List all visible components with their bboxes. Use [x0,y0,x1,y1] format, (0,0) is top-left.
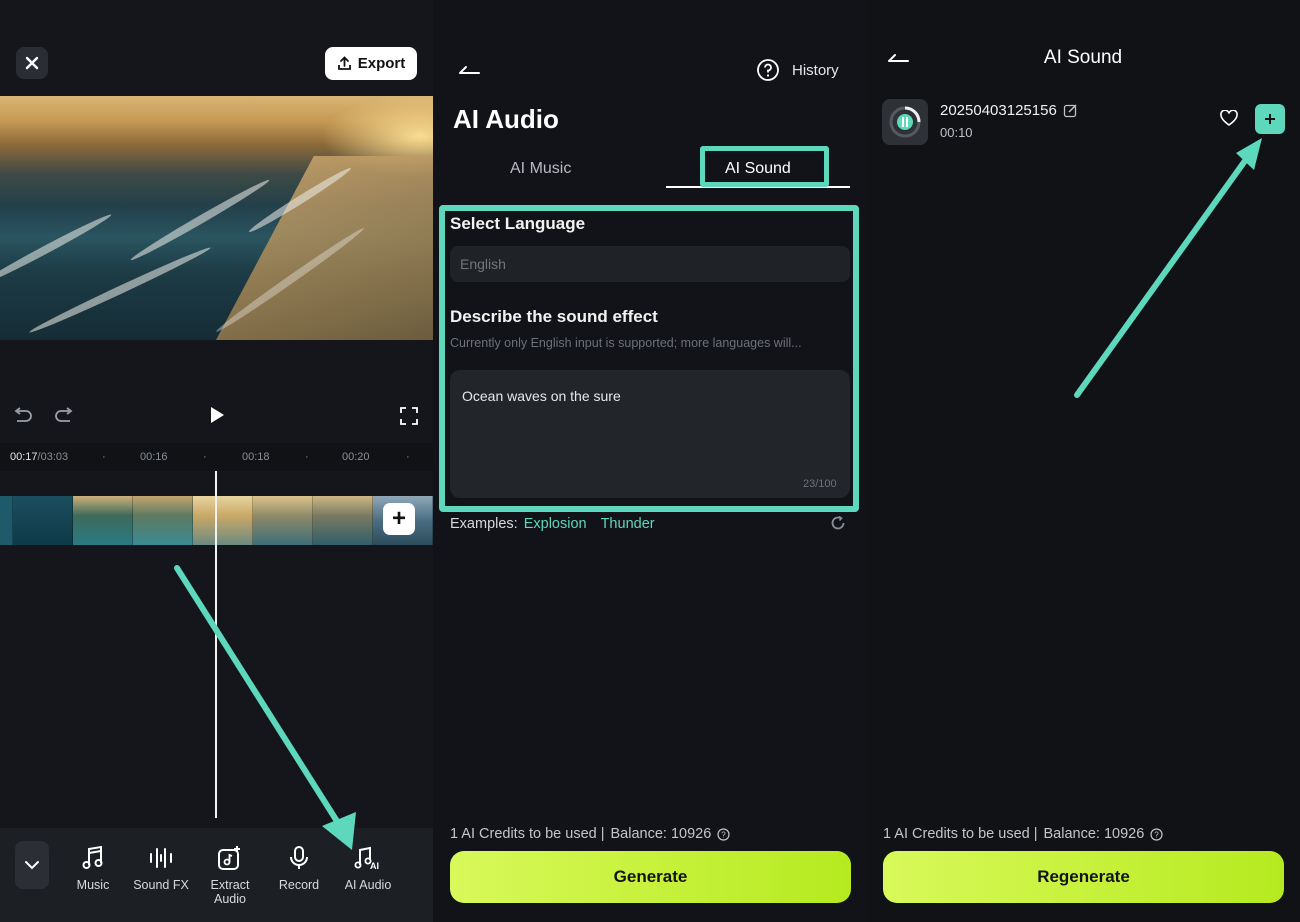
example-chip[interactable]: Explosion [524,516,587,532]
play-icon[interactable] [208,405,226,425]
sound-duration: 00:10 [940,125,973,140]
tool-record[interactable]: Record [264,844,334,892]
add-clip-button[interactable]: + [383,503,415,535]
svg-text:AI: AI [370,861,379,871]
heart-icon[interactable] [1220,110,1238,127]
generate-button[interactable]: Generate [450,851,851,903]
redo-icon[interactable] [53,406,75,426]
help-icon[interactable]: ? [1150,827,1163,841]
tool-label: Extract Audio [210,878,250,906]
undo-icon[interactable] [12,406,34,426]
editor-panel: Export 00:17/03:03 · 00:16 · 00:18 · 00:… [0,0,433,922]
video-preview[interactable] [0,96,433,340]
credits-info: 1 AI Credits to be used | Balance: 10926… [883,826,1163,842]
tool-label: Record [278,878,320,892]
chevron-down-icon [25,861,39,870]
example-chip[interactable]: Thunder [601,516,655,532]
svg-text:?: ? [721,830,726,839]
history-button[interactable]: History [756,58,839,82]
balance-text: Balance: 10926 [610,826,712,842]
tool-sound-fx[interactable]: Sound FX [126,844,196,892]
credits-text: 1 AI Credits to be used | [883,826,1038,842]
export-button[interactable]: Export [325,47,417,80]
plus-icon [1265,114,1275,124]
tool-label: AI Audio [344,878,392,892]
close-button[interactable] [16,47,48,79]
history-label: History [792,61,839,79]
help-circle-icon [757,59,779,81]
microphone-icon [290,846,308,869]
tool-label: Sound FX [133,878,189,892]
export-label: Export [357,55,406,72]
tool-label: Music [76,878,110,892]
highlight-box-tab [700,146,829,187]
ai-audio-icon: AI [354,846,379,871]
upload-icon [337,56,351,70]
music-note-icon [82,845,103,869]
ai-audio-panel: History AI Audio AI Music AI Sound Selec… [433,0,866,922]
examples-row: Examples: Explosion Thunder [450,516,655,532]
highlight-box-form [439,205,859,512]
regenerate-button[interactable]: Regenerate [883,851,1284,903]
back-arrow-icon[interactable] [457,60,481,78]
tab-ai-music[interactable]: AI Music [510,160,571,178]
svg-text:?: ? [1154,830,1159,839]
balance-text: Balance: 10926 [1043,826,1145,842]
page-title: AI Sound [1043,47,1123,68]
close-icon [25,56,39,70]
ai-sound-panel: AI Sound 20250403125156 00:10 1 AI Credi… [866,0,1300,922]
sound-name-text: 20250403125156 [940,102,1057,119]
tool-extract-audio[interactable]: Extract Audio [195,844,265,906]
bottom-toolbar: Music Sound FX Extract Audio Record AI A… [0,828,433,922]
help-icon[interactable]: ? [717,827,730,841]
credits-text: 1 AI Credits to be used | [450,826,605,842]
edit-icon[interactable] [1063,103,1078,118]
playhead[interactable] [215,471,217,818]
page-title: AI Audio [453,104,559,134]
loading-ring-icon [889,106,921,138]
sound-item-name[interactable]: 20250403125156 [940,102,1078,119]
sound-fx-icon [150,848,172,868]
extract-audio-icon [218,846,240,870]
tool-music[interactable]: Music [58,844,128,892]
ruler-tick: 00:16 [140,451,168,463]
collapse-button[interactable] [15,841,49,889]
ruler-tick: 00:18 [242,451,270,463]
refresh-icon[interactable] [830,515,846,531]
examples-label: Examples: [450,516,518,532]
ruler-tick: 00:20 [342,451,370,463]
sound-thumbnail[interactable] [882,99,928,145]
current-timecode: 00:17/03:03 [10,451,69,463]
fullscreen-icon[interactable] [399,406,419,426]
tool-ai-audio[interactable]: AI AI Audio [333,844,403,892]
timeline-ruler[interactable]: 00:17/03:03 · 00:16 · 00:18 · 00:20 · [0,443,433,471]
add-to-timeline-button[interactable] [1255,104,1285,134]
credits-info: 1 AI Credits to be used | Balance: 10926… [450,826,730,842]
